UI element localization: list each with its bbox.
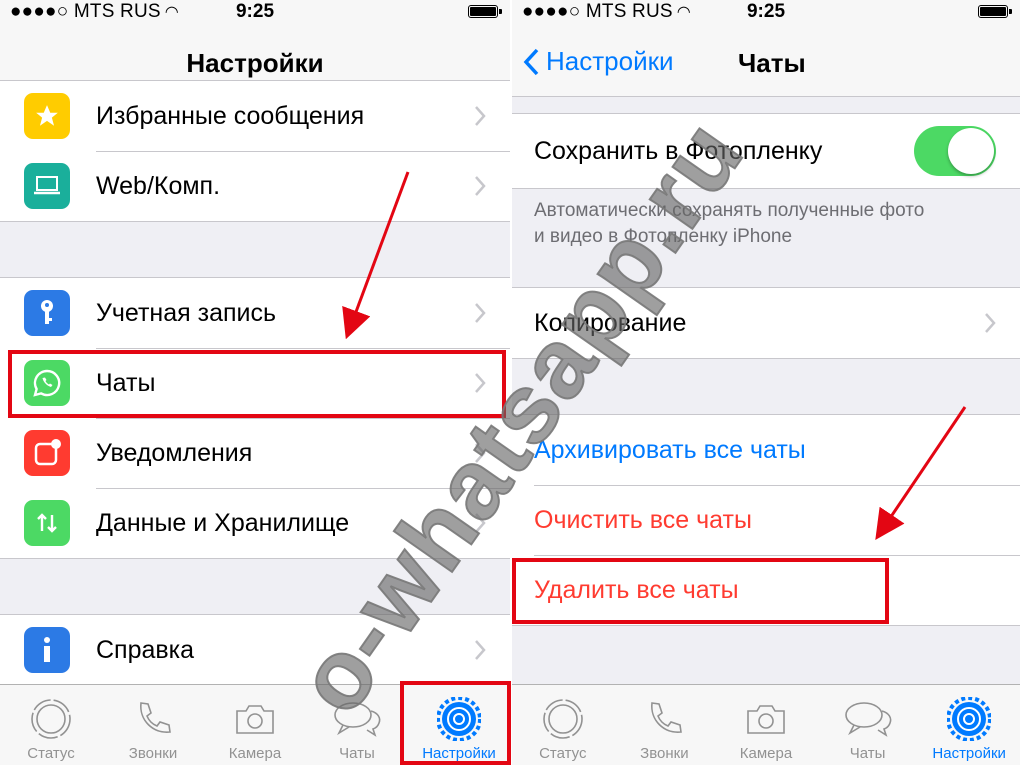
settings-item-label: Web/Комп. <box>96 172 221 200</box>
chevron-right-icon <box>475 106 486 126</box>
tab-label: Статус <box>27 745 75 762</box>
chat-bubbles-icon <box>334 702 381 737</box>
tab-label: Звонки <box>640 745 689 762</box>
archive-all-chats-button[interactable]: Архивировать все чаты <box>512 415 1020 485</box>
phone-icon <box>651 702 683 733</box>
settings-item-label: Уведомления <box>96 439 253 467</box>
camera-icon <box>747 705 785 734</box>
settings-item-label: Справка <box>96 636 195 664</box>
settings-group-1: Избранные сообщения Web/Комп. <box>0 80 510 222</box>
backup-row[interactable]: Копирование <box>512 288 1020 358</box>
chevron-right-icon <box>475 443 486 463</box>
chat-bubbles-icon <box>844 702 891 737</box>
status-bar: ●●●●○ MTS RUS ◠ 9:25 <box>0 0 510 26</box>
tab-camera[interactable]: Камера <box>715 685 817 765</box>
chevron-right-icon <box>475 513 486 533</box>
chevron-right-icon <box>475 373 486 393</box>
settings-item-label: Данные и Хранилище <box>96 509 350 537</box>
info-icon <box>24 627 70 673</box>
backup-label: Копирование <box>534 309 687 337</box>
page-title: Чаты <box>738 48 806 78</box>
delete-all-chats-label: Удалить все чаты <box>534 576 739 604</box>
settings-item-notifications[interactable]: Уведомления <box>0 418 510 488</box>
tab-settings[interactable]: Настройки <box>918 685 1020 765</box>
chevron-right-icon <box>475 640 486 660</box>
save-to-camera-roll-toggle[interactable] <box>914 126 996 176</box>
tab-label: Статус <box>539 745 587 762</box>
save-to-camera-roll-label: Сохранить в Фотопленку <box>534 137 823 165</box>
key-icon <box>24 290 70 336</box>
tab-chats[interactable]: Чаты <box>817 685 919 765</box>
backup-group: Копирование <box>512 287 1020 359</box>
chats-settings-screen: ●●●●○ MTS RUS ◠ 9:25 Настройки Чаты Сохра… <box>512 0 1020 765</box>
clock: 9:25 <box>235 1 275 22</box>
tab-bar: Статус Звонки Камера Чаты Настройки <box>0 684 510 765</box>
tab-status[interactable]: Статус <box>0 685 102 765</box>
back-button[interactable]: Настройки <box>522 46 674 77</box>
tab-camera[interactable]: Камера <box>204 685 306 765</box>
settings-item-label: Чаты <box>96 369 156 397</box>
gear-icon <box>947 697 992 741</box>
settings-item-web[interactable]: Web/Комп. <box>0 151 510 221</box>
tab-bar: Статус Звонки Камера Чаты Настройки <box>512 684 1020 765</box>
tab-label: Звонки <box>128 745 178 762</box>
archive-all-chats-label: Архивировать все чаты <box>534 436 806 464</box>
delete-all-chats-button[interactable]: Удалить все чаты <box>512 555 1020 625</box>
clear-all-chats-label: Очистить все чаты <box>534 506 752 534</box>
settings-item-help[interactable]: Справка <box>0 615 510 685</box>
tab-label: Камера <box>228 745 282 762</box>
tab-settings[interactable]: Настройки <box>408 685 510 765</box>
tab-label: Настройки <box>932 745 1006 762</box>
tab-label: Чаты <box>339 745 375 762</box>
settings-group-2: Учетная запись Чаты Уведомления Данные и… <box>0 277 510 559</box>
tab-status[interactable]: Статус <box>512 685 614 765</box>
chat-actions-group: Архивировать все чаты Очистить все чаты … <box>512 414 1020 626</box>
clock: 9:25 <box>746 1 786 22</box>
chevron-right-icon <box>475 176 486 196</box>
tab-chats[interactable]: Чаты <box>306 685 408 765</box>
phone-icon <box>140 702 171 733</box>
battery-icon <box>978 5 1012 18</box>
settings-item-account[interactable]: Учетная запись <box>0 278 510 348</box>
status-icon <box>542 699 583 739</box>
whatsapp-icon <box>24 360 70 406</box>
battery-icon <box>468 5 502 18</box>
notification-icon <box>24 430 70 476</box>
nav-bar: Настройки Чаты <box>512 26 1020 97</box>
save-to-camera-roll-group: Сохранить в Фотопленку <box>512 113 1020 189</box>
settings-item-data-storage[interactable]: Данные и Хранилище <box>0 488 510 558</box>
settings-item-starred[interactable]: Избранные сообщения <box>0 81 510 151</box>
camera-icon <box>236 705 274 734</box>
chevron-left-icon <box>523 48 539 75</box>
tab-label: Настройки <box>422 745 496 762</box>
settings-item-label: Учетная запись <box>96 299 277 327</box>
save-to-camera-roll-row: Сохранить в Фотопленку <box>512 114 1020 188</box>
back-label: Настройки <box>546 46 674 76</box>
save-to-camera-roll-note: Автоматически сохранять полученные фото … <box>534 200 925 247</box>
settings-group-3: Справка <box>0 614 510 686</box>
status-icon <box>31 699 71 739</box>
settings-item-label: Избранные сообщения <box>96 102 365 130</box>
tab-label: Чаты <box>849 745 886 762</box>
arrows-icon <box>24 500 70 546</box>
chevron-right-icon <box>475 303 486 323</box>
settings-screen: ●●●●○ MTS RUS ◠ 9:25 Настройки Избранные … <box>0 0 510 765</box>
tab-label: Камера <box>739 745 793 762</box>
gear-icon <box>437 697 481 741</box>
tab-calls[interactable]: Звонки <box>102 685 204 765</box>
clear-all-chats-button[interactable]: Очистить все чаты <box>512 485 1020 555</box>
page-title: Настройки <box>186 48 324 78</box>
chevron-right-icon <box>985 313 996 333</box>
settings-item-chats[interactable]: Чаты <box>0 348 510 418</box>
laptop-icon <box>24 163 70 209</box>
tab-calls[interactable]: Звонки <box>614 685 716 765</box>
status-bar: ●●●●○ MTS RUS ◠ 9:25 <box>512 0 1020 26</box>
star-icon <box>24 93 70 139</box>
